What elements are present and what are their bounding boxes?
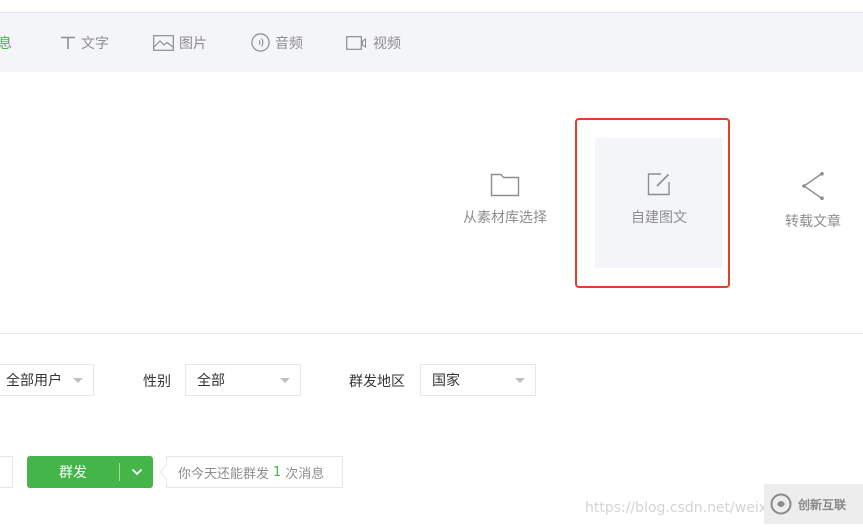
text-icon: [60, 36, 76, 50]
brand-name: 创新互联: [798, 497, 847, 512]
section-divider: [0, 333, 863, 334]
select-from-library-label: 从素材库选择: [463, 210, 547, 226]
region-label: 群发地区: [349, 374, 405, 390]
tab-text[interactable]: 文字: [60, 13, 109, 72]
send-quota-tip: 你今天还能群发 1 次消息: [166, 456, 343, 488]
region-select-value: 国家: [432, 373, 460, 389]
schedule-input-stub[interactable]: [0, 456, 13, 488]
tab-message[interactable]: 息: [0, 13, 12, 72]
image-icon: [153, 34, 174, 51]
tab-audio[interactable]: 音频: [251, 13, 303, 72]
region-select[interactable]: 国家: [420, 364, 536, 396]
gender-label: 性别: [143, 374, 171, 390]
repost-article-option[interactable]: 转载文章: [782, 171, 844, 231]
audience-dropdown-arrow-icon: [73, 378, 83, 383]
select-from-library-option[interactable]: 从素材库选择: [462, 171, 548, 227]
send-options-toggle[interactable]: [120, 456, 153, 488]
region-dropdown-arrow-icon: [515, 378, 525, 383]
chevron-down-icon: [131, 468, 142, 476]
tab-video-label: 视频: [373, 35, 401, 52]
tab-image[interactable]: 图片: [153, 13, 207, 72]
gender-dropdown-arrow-icon: [280, 378, 290, 383]
brand-watermark: 创新互联: [764, 484, 863, 524]
tab-video[interactable]: 视频: [346, 13, 401, 72]
share-icon: [782, 171, 844, 201]
gender-select[interactable]: 全部: [185, 364, 301, 396]
create-article-highlight-frame: [575, 118, 730, 288]
video-icon: [346, 35, 370, 50]
message-type-tabbar: 息 文字 图片 音频 视频: [0, 13, 863, 72]
audience-select[interactable]: 全部用户: [0, 364, 94, 396]
brand-logo-icon: [770, 493, 792, 515]
audio-icon: [251, 33, 270, 52]
tab-audio-label: 音频: [275, 35, 303, 52]
tab-message-label: 息: [0, 35, 12, 52]
folder-icon: [462, 171, 548, 197]
tab-text-label: 文字: [81, 35, 109, 52]
mass-send-label: 群发: [59, 465, 87, 481]
quota-prefix: 你今天还能群发: [178, 466, 270, 482]
repost-article-label: 转载文章: [785, 214, 841, 230]
mass-send-button[interactable]: 群发: [27, 456, 153, 488]
watermark-url: https://blog.csdn.net/weix: [585, 500, 767, 516]
gender-select-value: 全部: [197, 373, 225, 389]
audience-select-value: 全部用户: [6, 373, 62, 389]
quota-suffix: 次消息: [285, 466, 325, 482]
tab-image-label: 图片: [179, 35, 207, 52]
quota-count: 1: [273, 464, 282, 480]
